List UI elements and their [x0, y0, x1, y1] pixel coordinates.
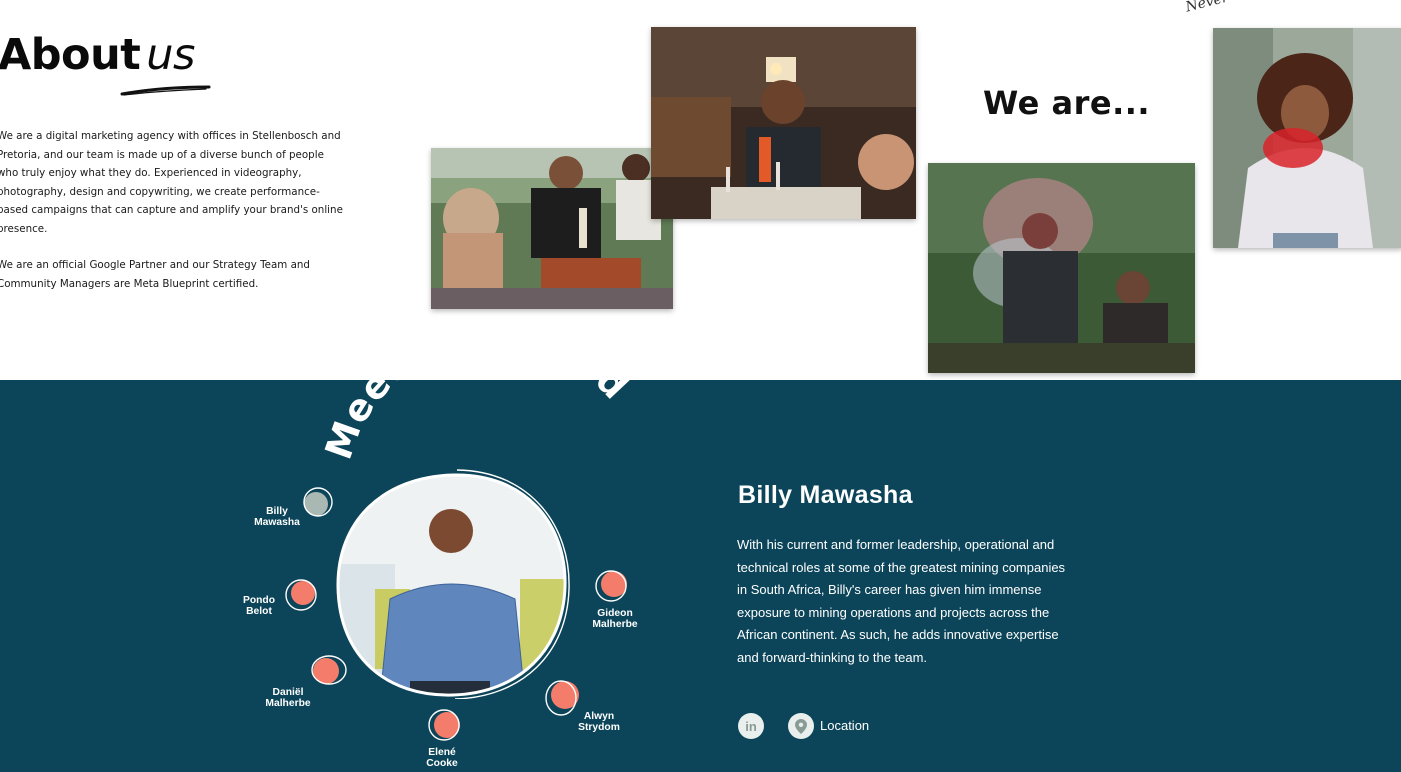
location-pin-icon[interactable] [788, 713, 814, 739]
member-dot-daniel[interactable] [307, 653, 349, 689]
we-are-heading: We are... [983, 84, 1151, 122]
underline-swash-icon [120, 85, 211, 96]
photo-color-powder [928, 163, 1195, 373]
member-elene[interactable]: Elené Cooke [415, 747, 469, 769]
photo-woman-portrait [1213, 28, 1401, 248]
about-section: About us We are a digital marketing agenc… [0, 0, 1401, 380]
photo-dinner-table [651, 27, 916, 219]
board-member-portrait [335, 469, 571, 700]
about-title-bold: About [0, 30, 141, 80]
never-boring-tagline: Never boring [1184, 0, 1279, 16]
member-dot-gideon[interactable] [591, 567, 631, 603]
board-heading: Meet our board [317, 380, 638, 465]
selected-member-bio: With his current and former leadership, … [737, 537, 1066, 665]
member-daniel[interactable]: Daniël Malherbe [258, 687, 318, 709]
member-gideon[interactable]: Gideon Malherbe [584, 608, 646, 630]
about-title: About us [0, 30, 195, 80]
member-pondo[interactable]: Pondo Belot [234, 595, 284, 617]
board-section: Meet our board [0, 380, 1401, 772]
member-dot-elene[interactable] [425, 707, 465, 743]
linkedin-icon[interactable]: in [738, 713, 764, 739]
about-description: We are a digital marketing agency with o… [0, 127, 347, 293]
about-title-italic: us [146, 30, 195, 80]
location-link[interactable]: Location [820, 718, 869, 733]
about-paragraph-1: We are a digital marketing agency with o… [0, 130, 343, 235]
photo-friends-picnic [431, 148, 673, 309]
about-paragraph-2: We are an official Google Partner and ou… [0, 259, 310, 290]
member-dot-pondo[interactable] [282, 576, 320, 612]
member-billy[interactable]: Billy Mawasha [246, 506, 308, 528]
selected-member-name: Billy Mawasha [738, 481, 913, 509]
page: About us We are a digital marketing agenc… [0, 0, 1401, 772]
member-alwyn[interactable]: Alwyn Strydom [570, 711, 628, 733]
